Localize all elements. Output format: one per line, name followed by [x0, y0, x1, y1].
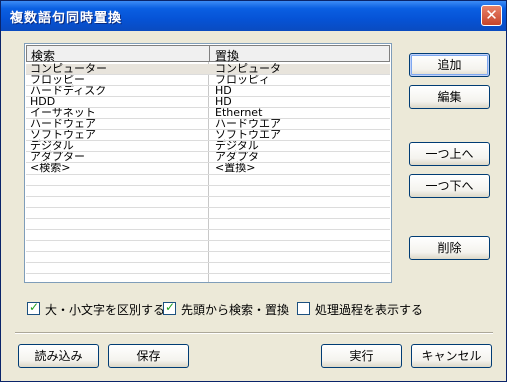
checkbox-box[interactable]: ✓ [163, 300, 176, 315]
row-line [26, 196, 390, 197]
row-line [26, 96, 390, 97]
replace-pairs-grid[interactable]: 検索 置換 コンピューター コンピュータ フロッピー フロッピィ ハードディスク HD… [24, 43, 392, 283]
checkbox-label: 先頭から検索・置換 [181, 303, 290, 317]
title-bar[interactable]: 複数語句同時置換 ✕ [1, 1, 506, 31]
add-button[interactable]: 追加 [409, 53, 490, 77]
dialog-window: 複数語句同時置換 ✕ 検索 置換 コンピューター コンピュータ フロッピー フロッピ… [0, 0, 507, 382]
row-line [26, 118, 390, 119]
move-up-button[interactable]: 一つ上へ [409, 142, 490, 166]
row-line [26, 229, 390, 230]
column-divider[interactable] [209, 46, 210, 61]
row-line [26, 140, 390, 141]
checkmark-icon: ✓ [29, 300, 40, 314]
row-line [26, 162, 390, 163]
load-button[interactable]: 読み込み [18, 344, 99, 368]
checkbox-label: 処理過程を表示する [315, 303, 424, 317]
row-line [26, 207, 390, 208]
checkmark-icon: ✓ [165, 300, 176, 314]
cancel-button[interactable]: キャンセル [411, 344, 492, 368]
save-button[interactable]: 保存 [108, 344, 189, 368]
move-down-button[interactable]: 一つ下へ [409, 174, 490, 198]
row-line [26, 129, 390, 130]
row-line [26, 85, 390, 86]
close-button[interactable]: ✕ [481, 5, 502, 26]
close-icon: ✕ [485, 6, 498, 24]
row-line [26, 107, 390, 108]
grid-header: 検索 置換 [26, 45, 390, 63]
row-line [26, 185, 390, 186]
window-title: 複数語句同時置換 [10, 11, 123, 26]
replace-term: <置換> [215, 161, 256, 174]
row-line [26, 174, 390, 175]
delete-button[interactable]: 削除 [409, 236, 490, 260]
row-line [26, 251, 390, 252]
run-button[interactable]: 実行 [321, 344, 402, 368]
row-line [26, 74, 390, 75]
checkbox-box[interactable] [297, 302, 310, 315]
row-line [26, 240, 390, 241]
divider [15, 332, 493, 334]
search-term: <検索> [30, 161, 71, 174]
row-line [26, 218, 390, 219]
checkbox-box[interactable]: ✓ [27, 300, 40, 315]
table-row[interactable]: <検索> <置換> [26, 161, 390, 174]
checkbox-label: 大・小文字を区別する [45, 303, 166, 317]
edit-button[interactable]: 編集 [409, 85, 490, 109]
row-line [26, 262, 390, 263]
row-line [26, 151, 390, 152]
row-line [26, 273, 390, 274]
